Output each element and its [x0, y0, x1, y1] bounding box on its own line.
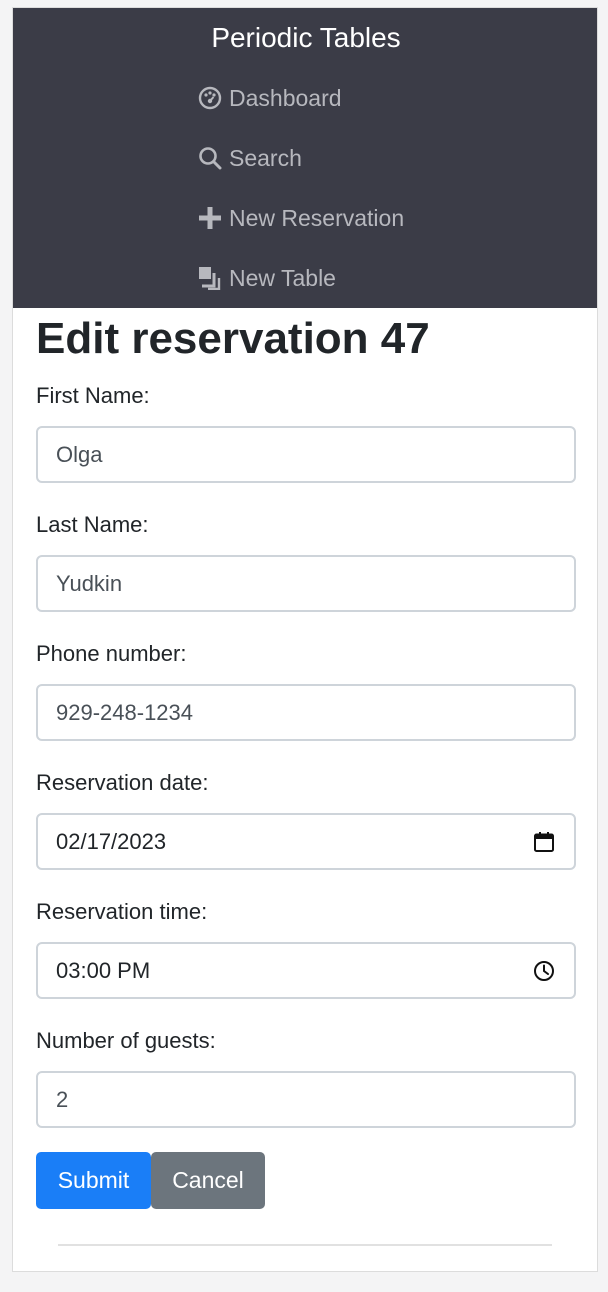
- phone-label: Phone number:: [36, 641, 187, 666]
- last-name-value: Yudkin: [56, 570, 123, 596]
- sidebar: Periodic Tables Dashboard Search New Res…: [13, 8, 597, 308]
- nav-item-search[interactable]: Search: [198, 141, 302, 175]
- guests-value: 2: [56, 1086, 69, 1112]
- new-table-icon: [198, 265, 224, 291]
- reservation-date-label: Reservation date:: [36, 770, 209, 795]
- plus-icon: [198, 205, 224, 231]
- reservation-time-label: Reservation time:: [36, 899, 208, 924]
- nav-item-label: New Reservation: [229, 204, 405, 231]
- nav-item-label: New Table: [229, 264, 336, 291]
- brand-title: Periodic Tables: [211, 22, 401, 53]
- reservation-date-value: 02/17/2023: [56, 828, 167, 854]
- first-name-label: First Name:: [36, 383, 150, 408]
- last-name-label: Last Name:: [36, 512, 149, 537]
- submit-button[interactable]: Submit: [36, 1152, 151, 1209]
- divider: [58, 1244, 552, 1246]
- nav-item-new-reservation[interactable]: New Reservation: [198, 201, 404, 235]
- reservation-time-value: 03:00 PM: [56, 957, 151, 983]
- nav-item-label: Search: [229, 144, 302, 171]
- last-name-field[interactable]: Yudkin: [36, 555, 576, 612]
- search-icon: [198, 145, 224, 171]
- first-name-value: Olga: [56, 441, 103, 467]
- cancel-button[interactable]: Cancel: [151, 1152, 265, 1209]
- guests-field[interactable]: 2: [36, 1071, 576, 1128]
- calendar-icon[interactable]: [532, 830, 556, 854]
- phone-value: 929-248-1234: [56, 699, 194, 725]
- nav-item-new-table[interactable]: New Table: [198, 261, 336, 295]
- dashboard-icon: [198, 85, 224, 111]
- first-name-field[interactable]: Olga: [36, 426, 576, 483]
- nav-item-label: Dashboard: [229, 84, 342, 111]
- nav-item-dashboard[interactable]: Dashboard: [198, 81, 342, 115]
- clock-icon[interactable]: [532, 959, 556, 983]
- app-frame: Periodic Tables Dashboard Search New Res…: [12, 7, 598, 1272]
- guests-label: Number of guests:: [36, 1028, 216, 1053]
- phone-field[interactable]: 929-248-1234: [36, 684, 576, 741]
- reservation-time-field[interactable]: 03:00 PM: [36, 942, 576, 999]
- page-title: Edit reservation 47: [36, 314, 430, 363]
- reservation-date-field[interactable]: 02/17/2023: [36, 813, 576, 870]
